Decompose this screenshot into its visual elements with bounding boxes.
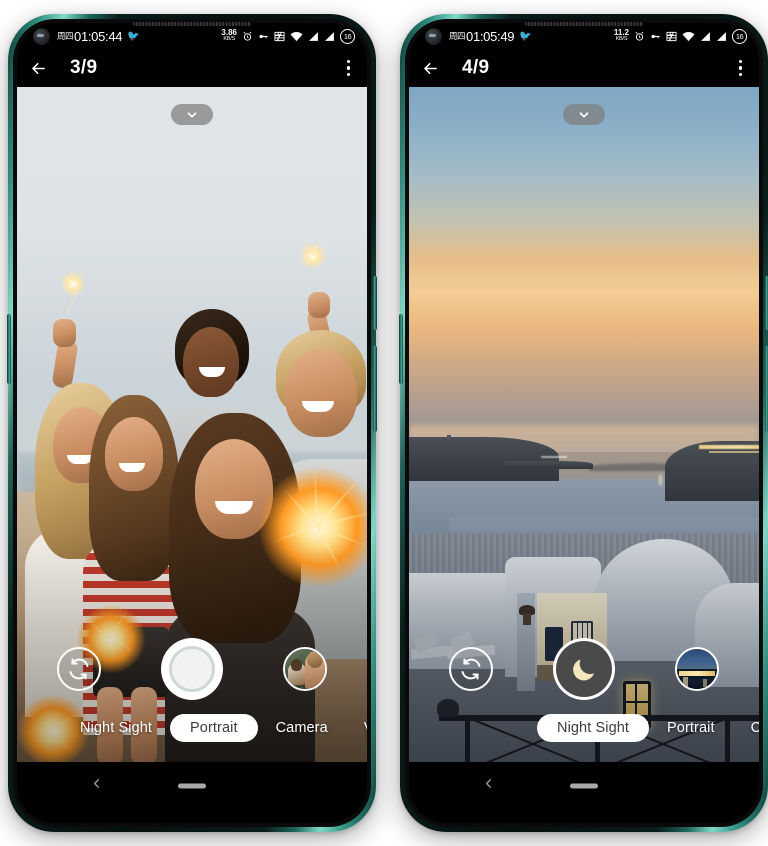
status-bar: 周四 01:05:44 🐦 3.86 KB/S 16	[17, 23, 367, 49]
earpiece-speaker-grille	[133, 22, 251, 26]
camera-controls-row	[409, 638, 759, 700]
nav-back-icon[interactable]	[481, 776, 496, 796]
phone-screen-left: 周四 01:05:44 🐦 3.86 KB/S 16 3/9 Night Sig…	[17, 23, 367, 823]
vpn-key-icon	[259, 34, 268, 38]
network-speed-indicator: 3.86 KB/S	[221, 28, 237, 43]
home-pill-indicator[interactable]	[570, 783, 598, 789]
camera-viewfinder[interactable]: Night Sight Portrait Camera Video	[409, 87, 759, 762]
overflow-menu-icon[interactable]	[344, 56, 353, 80]
back-arrow-icon[interactable]	[421, 59, 440, 78]
dnd-square-icon	[666, 31, 677, 41]
system-nav-bar	[409, 762, 759, 810]
crescent-moon-icon	[573, 659, 594, 681]
wifi-icon	[682, 31, 695, 41]
status-icons-group: 11.2 KB/S 16	[613, 28, 747, 44]
camera-mode-portrait[interactable]: Portrait	[649, 714, 733, 742]
signal-sim1-icon	[309, 31, 318, 41]
status-clock: 01:05:49	[466, 28, 515, 44]
app-bar: 3/9	[17, 49, 367, 87]
signal-sim2-icon	[325, 31, 334, 41]
phone-device-right: 周四 01:05:49 🐦 11.2 KB/S 16 4/9 Night Sig…	[399, 14, 768, 832]
camera-mode-night-sight[interactable]: Night Sight	[62, 714, 170, 742]
camera-flip-icon[interactable]	[449, 647, 493, 691]
alert-slider-button[interactable]	[399, 314, 403, 384]
screenshot-stage: 周四 01:05:44 🐦 3.86 KB/S 16 3/9 Night Sig…	[0, 0, 768, 846]
camera-mode-camera[interactable]: Camera	[258, 714, 346, 742]
dnd-square-icon	[274, 31, 285, 41]
alarm-icon	[635, 31, 644, 41]
alarm-icon	[243, 31, 252, 41]
earpiece-speaker-grille	[525, 22, 643, 26]
vpn-key-icon	[651, 34, 660, 38]
camera-mode-list: Night Sight Portrait Camera Video	[62, 714, 367, 742]
status-clock: 01:05:44	[74, 28, 123, 44]
collapse-controls-button[interactable]	[171, 104, 213, 125]
status-day-label: 周四	[449, 32, 466, 42]
network-speed-indicator: 11.2 KB/S	[613, 28, 629, 43]
phone-bezel-right: 周四 01:05:49 🐦 11.2 KB/S 16 4/9 Night Sig…	[405, 19, 763, 827]
camera-viewfinder[interactable]: Night Sight Portrait Camera Video	[17, 87, 367, 762]
phone-bezel-left: 周四 01:05:44 🐦 3.86 KB/S 16 3/9 Night Sig…	[13, 19, 371, 827]
status-day-label: 周四	[57, 32, 74, 42]
last-photo-thumbnail[interactable]	[675, 647, 719, 691]
shutter-button[interactable]	[556, 641, 612, 697]
shutter-button[interactable]	[161, 638, 223, 700]
signal-sim1-icon	[701, 31, 710, 41]
status-icons-group: 3.86 KB/S 16	[221, 28, 355, 44]
page-title: 4/9	[462, 57, 490, 78]
camera-mode-camera[interactable]: Camera	[733, 714, 759, 742]
battery-indicator: 16	[340, 28, 355, 44]
chevron-down-icon	[579, 111, 589, 118]
phone-screen-right: 周四 01:05:49 🐦 11.2 KB/S 16 4/9 Night Sig…	[409, 23, 759, 823]
home-pill-indicator[interactable]	[178, 783, 206, 789]
system-nav-bar	[17, 762, 367, 810]
signal-sim2-icon	[717, 31, 726, 41]
nav-back-icon[interactable]	[89, 776, 104, 796]
camera-mode-night-sight[interactable]: Night Sight	[537, 714, 650, 742]
camera-controls-row	[17, 638, 367, 700]
last-photo-thumbnail[interactable]	[283, 647, 327, 691]
battery-indicator: 16	[732, 28, 747, 44]
front-camera-punch-hole	[33, 27, 50, 45]
app-bar: 4/9	[409, 49, 759, 87]
bird-icon: 🐦	[519, 30, 532, 42]
collapse-controls-button[interactable]	[563, 104, 605, 125]
bird-icon: 🐦	[127, 30, 140, 42]
camera-mode-video[interactable]: Video	[346, 714, 367, 742]
power-button[interactable]	[373, 276, 377, 330]
back-arrow-icon[interactable]	[29, 59, 48, 78]
chevron-down-icon	[187, 111, 197, 118]
alert-slider-button[interactable]	[7, 314, 11, 384]
camera-mode-portrait[interactable]: Portrait	[170, 714, 258, 742]
phone-device-left: 周四 01:05:44 🐦 3.86 KB/S 16 3/9 Night Sig…	[7, 14, 377, 832]
front-camera-punch-hole	[425, 27, 442, 45]
camera-mode-list: Night Sight Portrait Camera Video	[537, 714, 759, 742]
camera-mode-strip: Night Sight Portrait Camera Video	[17, 714, 367, 742]
camera-mode-strip: Night Sight Portrait Camera Video	[409, 714, 759, 742]
camera-flip-icon[interactable]	[57, 647, 101, 691]
status-bar: 周四 01:05:49 🐦 11.2 KB/S 16	[409, 23, 759, 49]
volume-button[interactable]	[373, 346, 377, 432]
wifi-icon	[290, 31, 303, 41]
page-title: 3/9	[70, 57, 98, 78]
overflow-menu-icon[interactable]	[736, 56, 745, 80]
